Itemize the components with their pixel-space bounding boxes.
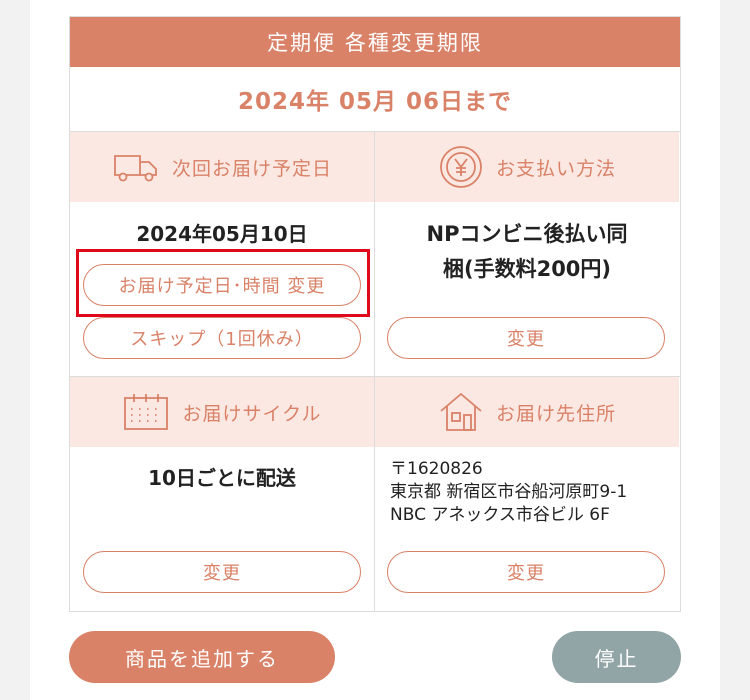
table-header: 定期便 各種変更期限 xyxy=(70,17,680,67)
change-payment-button[interactable]: 変更 xyxy=(387,317,665,359)
truck-icon xyxy=(112,150,160,184)
delivery-date-heading: 次回お届け予定日 xyxy=(171,157,332,180)
yen-icon xyxy=(438,144,484,190)
stop-button[interactable]: 停止 xyxy=(552,631,681,683)
payment-method-line2: 梱(手数料200円) xyxy=(442,257,612,281)
address-postal: 〒1620826 xyxy=(390,459,483,479)
payment-method-value: NPコンビニ後払い同 梱(手数料200円) xyxy=(375,217,679,287)
payment-method-line1: NPコンビニ後払い同 xyxy=(426,222,628,246)
house-icon xyxy=(438,391,484,433)
delivery-date-value: 2024年05月10日 xyxy=(136,222,308,246)
change-address-button[interactable]: 変更 xyxy=(387,551,665,593)
delivery-cycle-value: 10日ごとに配送 xyxy=(148,466,296,490)
skip-button[interactable]: スキップ（1回休み） xyxy=(83,317,361,359)
payment-heading: お支払い方法 xyxy=(495,157,616,180)
delivery-cycle-header: お届けサイクル xyxy=(70,377,374,447)
address-line2: NBC アネックス市谷ビル 6F xyxy=(390,505,610,525)
address-heading: お届け先住所 xyxy=(495,402,616,425)
payment-header: お支払い方法 xyxy=(375,132,679,202)
address-line1: 東京都 新宿区市谷船河原町9-1 xyxy=(390,482,628,502)
change-cycle-button[interactable]: 変更 xyxy=(83,551,361,593)
highlight-box xyxy=(76,249,370,317)
add-product-button[interactable]: 商品を追加する xyxy=(69,631,335,683)
delivery-date-header: 次回お届け予定日 xyxy=(70,132,374,202)
delivery-cycle-heading: お届けサイクル xyxy=(182,402,322,425)
divider-vertical xyxy=(374,132,375,612)
change-deadline: 2024年 05月 06日まで xyxy=(70,67,680,132)
calendar-icon xyxy=(122,392,170,432)
address-header: お届け先住所 xyxy=(375,377,679,447)
address-value: 〒1620826 東京都 新宿区市谷船河原町9-1 NBC アネックス市谷ビル … xyxy=(390,458,680,527)
